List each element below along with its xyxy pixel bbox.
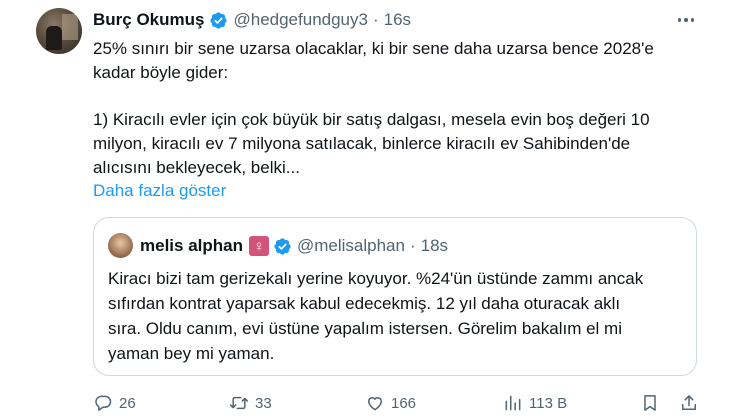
quoted-author-name: melis alphan <box>140 236 243 255</box>
quoted-text-line: Kiracı bizi tam gerizekalı yerine koyuyo… <box>108 269 644 288</box>
quoted-tweet-time: 18s <box>420 236 449 255</box>
bookmark-button[interactable] <box>640 393 660 413</box>
verified-badge-icon <box>274 237 291 255</box>
action-bar: 26 33 166 113 B <box>93 393 703 417</box>
views-count: 113 B <box>529 394 568 412</box>
quoted-tweet[interactable]: melis alphan ♀ @melisalphan · 18s Kiracı… <box>93 217 697 376</box>
tweet-text-line: 25% sınırı bir sene uzarsa olacaklar, ki… <box>93 39 654 58</box>
like-icon <box>368 397 382 411</box>
author-handle[interactable]: @hedgefundguy3 <box>233 10 367 30</box>
female-sign-emoji: ♀ <box>248 236 269 256</box>
quoted-text-line: sıfırdan kontrat yaparsak kabul edecekmi… <box>108 294 621 313</box>
quoted-author-handle: @melisalphan <box>296 236 405 255</box>
author-avatar[interactable] <box>36 8 82 54</box>
quoted-text-line: sıra. Oldu canım, evi üstüne yapalım ist… <box>108 319 622 338</box>
reply-icon <box>95 395 112 411</box>
views-button[interactable]: 113 B <box>503 393 567 413</box>
tweet-text-line: alıcısını bekleyecek, belki... <box>93 158 300 177</box>
separator-dot: · <box>409 236 416 255</box>
quoted-tweet-text: Kiracı bizi tam gerizekalı yerine koyuyo… <box>108 266 678 366</box>
tweet-header: Burç Okumuş @hedgefundguy3 · 16s <box>93 10 411 30</box>
quoted-author-avatar[interactable] <box>108 233 133 258</box>
author-name[interactable]: Burç Okumuş <box>93 10 204 30</box>
tweet-text: 25% sınırı bir sene uzarsa olacaklar, ki… <box>93 37 693 180</box>
tweet-time[interactable]: 16s <box>384 10 411 30</box>
bookmark-icon <box>644 395 656 411</box>
retweet-button[interactable]: 33 <box>229 393 272 413</box>
quoted-text-line: yaman bey mi yaman. <box>108 344 275 363</box>
tweet-text-line: milyon, kiracılı ev 7 milyona satılacak,… <box>93 134 631 153</box>
share-button[interactable] <box>679 393 699 413</box>
more-options-icon[interactable] <box>674 8 698 32</box>
quoted-tweet-header: melis alphan ♀ @melisalphan · 18s <box>140 236 448 256</box>
reply-button[interactable]: 26 <box>93 393 136 413</box>
views-icon <box>505 395 521 411</box>
show-more-link[interactable]: Daha fazla göster <box>93 181 226 201</box>
verified-badge-icon <box>210 11 228 29</box>
retweet-count: 33 <box>255 394 272 412</box>
share-icon <box>682 395 696 410</box>
reply-count: 26 <box>119 394 136 412</box>
separator-dot: · <box>372 10 379 29</box>
retweet-icon <box>229 396 249 410</box>
like-count: 166 <box>391 394 417 412</box>
tweet-text-line: 1) Kiracılı evler için çok büyük bir sat… <box>93 110 650 129</box>
tweet-text-line: kadar böyle gider: <box>93 63 229 82</box>
like-button[interactable]: 166 <box>365 393 416 413</box>
